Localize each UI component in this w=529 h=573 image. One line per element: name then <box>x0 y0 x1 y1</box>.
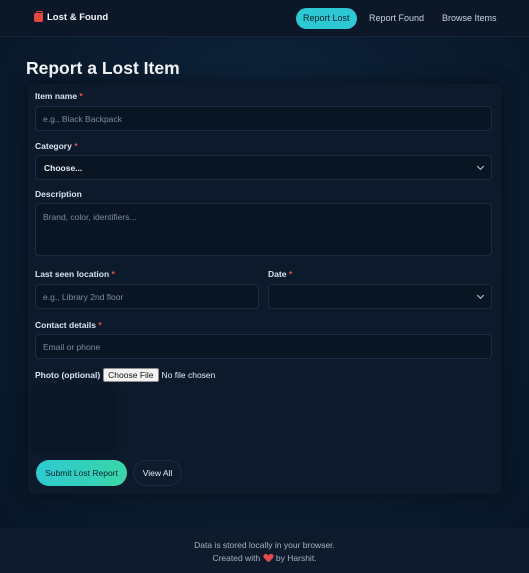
choose-file-button[interactable]: Choose File <box>103 368 159 382</box>
submit-lost-report-button[interactable]: Submit Lost Report <box>36 460 127 486</box>
photo-upload-row: Photo (optional) Choose File No file cho… <box>35 368 215 382</box>
chevron-down-icon <box>476 291 485 299</box>
backpack-icon <box>34 11 43 22</box>
view-all-button[interactable]: View All <box>133 460 182 486</box>
footer-credit: Created with by Harshit. <box>0 553 529 563</box>
contact-label: Contact details * <box>35 320 102 330</box>
location-label-text: Last seen location <box>35 269 110 279</box>
description-label: Description <box>35 189 82 199</box>
contact-label-text: Contact details <box>35 320 96 330</box>
required-mark: * <box>288 269 293 279</box>
brand-name: Lost & Found <box>47 12 109 23</box>
footer-credit-suffix: by Harshit. <box>275 553 317 563</box>
category-label-text: Category <box>35 141 72 151</box>
footer: Data is stored locally in your browser. … <box>0 528 529 573</box>
category-select[interactable]: Choose... <box>35 155 492 180</box>
location-label: Last seen location * <box>35 269 115 279</box>
top-navbar: Lost & Found Report Lost Report Found Br… <box>0 0 529 37</box>
category-label: Category * <box>35 141 78 151</box>
photo-preview <box>35 388 113 450</box>
description-textarea[interactable] <box>35 203 492 256</box>
brand-logo[interactable]: Lost & Found <box>34 11 109 23</box>
date-label: Date * <box>268 269 292 279</box>
date-select[interactable] <box>268 284 492 309</box>
nav-browse-items[interactable]: Browse Items <box>442 8 497 29</box>
item-name-label-text: Item name <box>35 91 78 101</box>
chevron-down-icon <box>476 162 485 170</box>
footer-storage-note: Data is stored locally in your browser. <box>194 540 335 550</box>
location-input[interactable] <box>35 284 259 309</box>
nav-report-lost[interactable]: Report Lost <box>296 8 357 29</box>
page-title: Report a Lost Item <box>26 58 180 78</box>
date-label-text: Date <box>268 269 287 279</box>
required-mark: * <box>74 141 78 151</box>
footer-credit-prefix: Created with <box>212 553 261 563</box>
item-name-label: Item name * <box>35 91 83 101</box>
nav-report-found[interactable]: Report Found <box>369 8 424 29</box>
required-mark: * <box>79 91 83 101</box>
contact-input[interactable] <box>35 334 492 359</box>
category-selected-value: Choose... <box>44 162 83 173</box>
required-mark: * <box>98 320 102 330</box>
file-status: No file chosen <box>161 370 216 380</box>
item-name-input[interactable] <box>35 106 492 131</box>
heart-icon <box>264 554 273 562</box>
photo-label: Photo (optional) <box>35 370 101 380</box>
required-mark: * <box>111 269 115 279</box>
